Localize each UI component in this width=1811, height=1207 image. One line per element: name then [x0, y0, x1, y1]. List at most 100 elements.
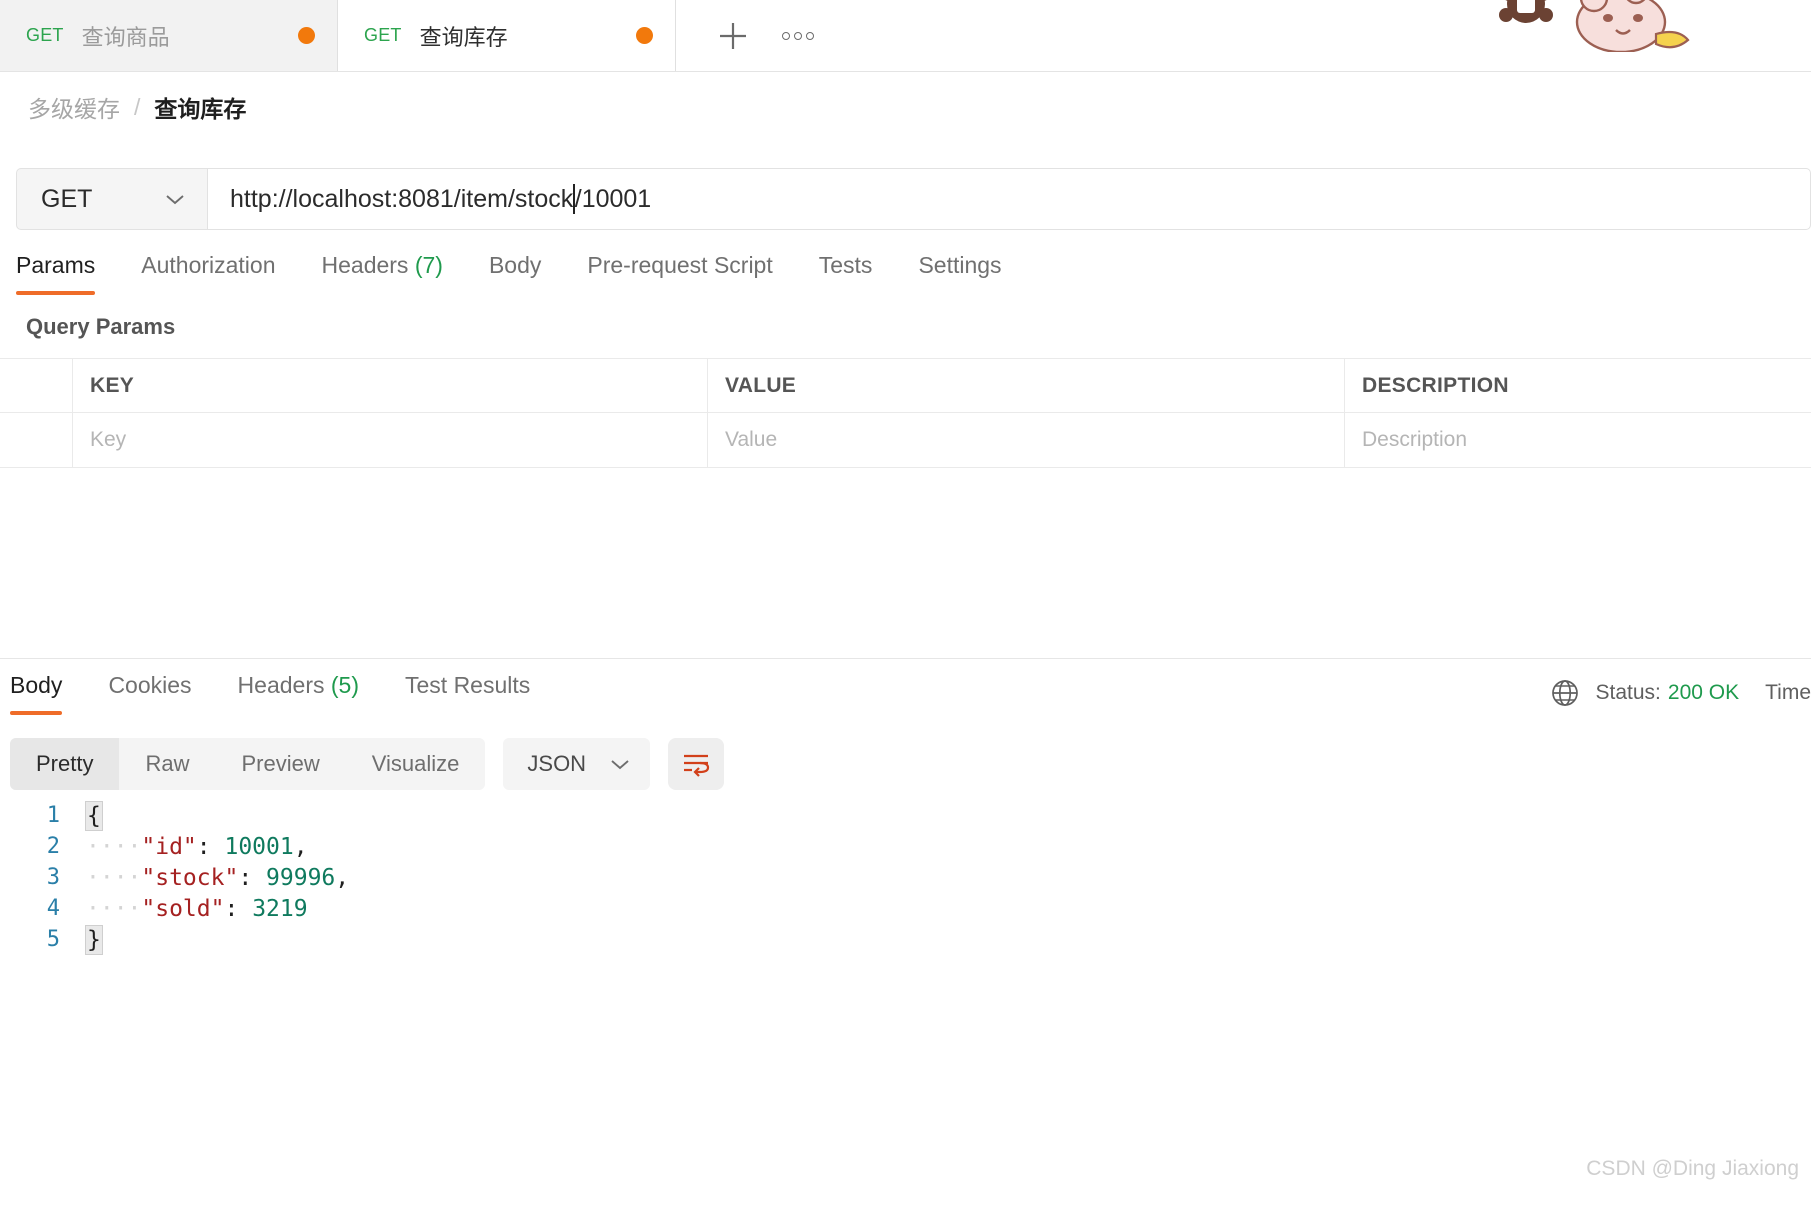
- tab-label: Body: [488, 252, 542, 278]
- json-separator: :: [196, 833, 225, 860]
- http-method-select[interactable]: GET: [16, 168, 208, 230]
- tab-authorization[interactable]: Authorization: [141, 252, 275, 295]
- code-line: 4 ····"sold": 3219: [0, 893, 1811, 924]
- view-mode-visualize[interactable]: Visualize: [346, 738, 486, 790]
- json-value: 10001: [224, 833, 294, 860]
- column-header-description: DESCRIPTION: [1362, 373, 1509, 397]
- tab-label: Pre-request Script: [587, 252, 773, 278]
- tab-title: 查询库存: [419, 24, 508, 50]
- response-tab-test-results[interactable]: Test Results: [405, 672, 530, 715]
- line-number: 1: [46, 803, 60, 828]
- code-indent: ····: [86, 864, 142, 891]
- tab-count: (5): [330, 672, 359, 698]
- breadcrumb: 多级缓存 / 查询库存: [28, 90, 246, 124]
- column-header-value: VALUE: [708, 359, 1345, 412]
- tab-body[interactable]: Body: [489, 252, 541, 295]
- tab-label: Headers: [237, 672, 325, 698]
- tab-method-label: GET: [364, 25, 402, 45]
- tab-label: Settings: [918, 252, 1002, 278]
- line-number: 2: [46, 834, 60, 859]
- line-number: 3: [46, 865, 60, 890]
- table-row[interactable]: Key Value Description: [0, 413, 1811, 468]
- code-brace: }: [85, 924, 103, 955]
- breadcrumb-current: 查询库存: [154, 96, 247, 122]
- view-mode-segmented-control: Pretty Raw Preview Visualize: [10, 738, 486, 790]
- tab-label: Test Results: [405, 672, 531, 698]
- row-checkbox-gutter: [0, 359, 73, 412]
- unsaved-indicator-dot: [298, 27, 315, 44]
- code-brace: {: [85, 800, 103, 831]
- view-mode-preview[interactable]: Preview: [215, 738, 345, 790]
- tab-headers[interactable]: Headers (7): [322, 252, 443, 295]
- url-input[interactable]: http://localhost:8081/item/stock/10001: [208, 168, 1811, 230]
- tab-params[interactable]: Params: [16, 252, 96, 295]
- tab-count: (7): [414, 252, 443, 278]
- view-mode-raw[interactable]: Raw: [119, 738, 215, 790]
- word-wrap-icon: [684, 754, 710, 777]
- ellipsis-icon: [782, 31, 790, 40]
- param-key-input[interactable]: Key: [73, 413, 708, 467]
- json-value: 99996: [266, 864, 336, 891]
- column-header-key: KEY: [73, 359, 708, 412]
- row-checkbox-gutter[interactable]: [0, 413, 73, 467]
- url-bar: GET http://localhost:8081/item/stock/100…: [16, 168, 1811, 230]
- unsaved-indicator-dot: [636, 27, 653, 44]
- new-tab-button[interactable]: [706, 9, 760, 63]
- json-key: "sold": [141, 895, 225, 922]
- response-view-toolbar: Pretty Raw Preview Visualize JSON: [10, 738, 725, 790]
- tab-tests[interactable]: Tests: [819, 252, 873, 295]
- request-tab-strip: GET 查询商品 GET 查询库存: [0, 0, 1811, 72]
- tab-overflow-menu-button[interactable]: [768, 9, 828, 63]
- http-method-value: GET: [41, 184, 93, 213]
- table-header-row: KEY VALUE DESCRIPTION: [0, 358, 1811, 413]
- request-tab-0[interactable]: GET 查询商品: [0, 0, 338, 71]
- tab-label: Body: [10, 672, 63, 698]
- response-divider: [0, 658, 1811, 659]
- query-params-title: Query Params: [26, 314, 176, 339]
- tab-method-label: GET: [26, 25, 64, 45]
- response-tab-cookies[interactable]: Cookies: [108, 672, 191, 715]
- response-status-bar: Status: 200 OK Time: [1550, 678, 1811, 708]
- tab-label: Cookies: [108, 672, 192, 698]
- json-key: "id": [141, 833, 197, 860]
- time-label: Time: [1765, 681, 1811, 704]
- tab-pre-request-script[interactable]: Pre-request Script: [587, 252, 772, 295]
- status-label: Status:: [1595, 681, 1661, 704]
- response-body-code[interactable]: 1 { 2 ····"id": 10001, 3 ····"stock": 99…: [0, 800, 1811, 955]
- watermark: CSDN @Ding Jiaxiong: [1586, 1157, 1799, 1180]
- tab-settings[interactable]: Settings: [918, 252, 1001, 295]
- tab-label: Headers: [321, 252, 409, 278]
- response-tab-body[interactable]: Body: [10, 672, 63, 715]
- globe-icon[interactable]: [1550, 678, 1580, 708]
- request-tab-1[interactable]: GET 查询库存: [338, 0, 676, 71]
- tab-label: Params: [16, 252, 96, 278]
- query-params-table: KEY VALUE DESCRIPTION Key Value Descript…: [0, 358, 1811, 468]
- response-format-select[interactable]: JSON: [503, 738, 651, 790]
- code-line: 2 ····"id": 10001,: [0, 831, 1811, 862]
- request-section-tabs: Params Authorization Headers (7) Body Pr…: [0, 252, 1811, 304]
- breadcrumb-separator: /: [134, 93, 141, 120]
- code-line: 1 {: [0, 800, 1811, 831]
- word-wrap-toggle-button[interactable]: [668, 738, 725, 790]
- view-mode-pretty[interactable]: Pretty: [10, 738, 120, 790]
- response-tab-headers[interactable]: Headers (5): [238, 672, 359, 715]
- tab-label: Authorization: [141, 252, 276, 278]
- postman-window: GET 查询商品 GET 查询库存 多级缓存 / 查询库存 GET http:/…: [0, 0, 1811, 1207]
- code-line: 3 ····"stock": 99996,: [0, 862, 1811, 893]
- line-number: 4: [46, 896, 60, 921]
- json-key: "stock": [141, 864, 239, 891]
- json-comma: ,: [293, 833, 308, 860]
- json-value: 3219: [252, 895, 308, 922]
- plus-icon: [720, 22, 746, 49]
- response-section-tabs: Body Cookies Headers (5) Test Results: [0, 672, 1811, 728]
- code-indent: ····: [86, 895, 142, 922]
- param-description-input[interactable]: Description: [1345, 413, 1811, 467]
- tab-actions: [676, 0, 1811, 72]
- ellipsis-icon: [806, 31, 814, 40]
- ellipsis-icon: [794, 31, 802, 40]
- param-value-input[interactable]: Value: [708, 413, 1345, 467]
- json-separator: :: [238, 864, 267, 891]
- breadcrumb-collection[interactable]: 多级缓存: [28, 90, 120, 124]
- response-format-value: JSON: [527, 751, 587, 776]
- line-number: 5: [46, 927, 60, 952]
